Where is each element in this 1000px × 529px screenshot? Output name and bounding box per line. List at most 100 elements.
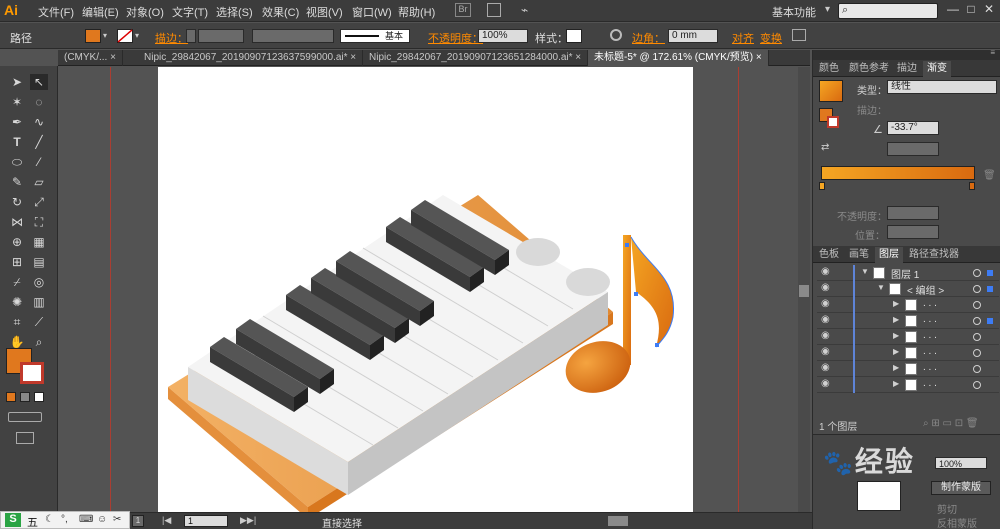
curvature-tool-icon[interactable]: ∿ bbox=[30, 114, 48, 130]
close-tab-icon[interactable]: × bbox=[753, 52, 762, 63]
ime-punct-icon[interactable]: °, bbox=[61, 514, 68, 525]
fill-dropdown-icon[interactable]: ▾ bbox=[103, 31, 107, 40]
tab-color-guide[interactable]: 颜色参考 bbox=[845, 61, 893, 77]
layer-row[interactable]: ◉ ▼ 图层 1 bbox=[817, 265, 999, 281]
artboard-number-field[interactable]: 1 bbox=[184, 515, 228, 527]
type-tool-icon[interactable]: T bbox=[8, 134, 26, 150]
perspective-grid-tool-icon[interactable]: ▦ bbox=[30, 234, 48, 250]
visibility-eye-icon[interactable]: ◉ bbox=[821, 298, 830, 309]
tab-gradient[interactable]: 渐变 bbox=[923, 61, 951, 77]
ellipse-tool-icon[interactable]: ⬭ bbox=[8, 154, 26, 170]
arrange-documents-icon[interactable] bbox=[487, 3, 501, 17]
collapsed-triangle-icon[interactable]: ▶ bbox=[893, 363, 899, 372]
layer-row[interactable]: ◉ ▶ . . . bbox=[817, 345, 999, 361]
delete-stop-icon[interactable]: 🗑 bbox=[983, 170, 996, 181]
maximize-button[interactable]: □ bbox=[962, 2, 980, 18]
bridge-icon[interactable]: Br bbox=[455, 3, 471, 17]
isolate-icon[interactable] bbox=[792, 29, 806, 41]
tab-stroke[interactable]: 描边 bbox=[893, 61, 921, 77]
tab-brushes[interactable]: 画笔 bbox=[845, 247, 873, 263]
layer-row[interactable]: ◉ ▶ . . . bbox=[817, 377, 999, 393]
menu-item[interactable]: 窗口(W) bbox=[352, 4, 392, 20]
line-tool-icon[interactable]: ╱ bbox=[30, 134, 48, 150]
collapsed-triangle-icon[interactable]: ▶ bbox=[893, 331, 899, 340]
close-tab-icon[interactable]: × bbox=[107, 52, 116, 63]
gradient-tool-icon[interactable]: ▤ bbox=[30, 254, 48, 270]
tab-layers[interactable]: 图层 bbox=[875, 247, 903, 263]
ime-user-icon[interactable]: ☺ bbox=[97, 514, 107, 525]
target-circle-icon[interactable] bbox=[973, 317, 981, 325]
workspace-switcher[interactable]: 基本功能 bbox=[772, 4, 816, 20]
document-tab[interactable]: 未标题-5* @ 172.61% (CMYK/预览) × bbox=[588, 50, 769, 66]
ime-keyboard-icon[interactable]: ⌨ bbox=[79, 514, 93, 525]
target-circle-icon[interactable] bbox=[973, 301, 981, 309]
stroke-color-box[interactable] bbox=[20, 362, 44, 384]
magic-wand-tool-icon[interactable]: ✶ bbox=[8, 94, 26, 110]
close-button[interactable]: ✕ bbox=[980, 2, 998, 18]
pen-tool-icon[interactable]: ✒ bbox=[8, 114, 26, 130]
visibility-eye-icon[interactable]: ◉ bbox=[821, 330, 830, 341]
blend-tool-icon[interactable]: ◎ bbox=[30, 274, 48, 290]
status-zoom-dropdown[interactable]: 1 bbox=[132, 515, 144, 527]
ime-tools-icon[interactable]: ✂ bbox=[113, 514, 121, 525]
gradient-slider[interactable] bbox=[821, 166, 975, 180]
ime-logo-icon[interactable]: S bbox=[5, 513, 21, 527]
gradient-position-field[interactable] bbox=[887, 225, 939, 239]
corner-label[interactable]: 边角： bbox=[632, 30, 665, 46]
layer-row[interactable]: ◉ ▶ . . . bbox=[817, 361, 999, 377]
align-link[interactable]: 对齐 bbox=[732, 30, 754, 46]
variable-width-profile[interactable] bbox=[252, 29, 334, 43]
gpu-icon[interactable]: ⌁ bbox=[521, 3, 528, 17]
vertical-scrollbar[interactable] bbox=[798, 67, 810, 512]
stroke-label[interactable]: 描边： bbox=[155, 30, 188, 46]
vertical-scroll-thumb[interactable] bbox=[799, 285, 809, 297]
opacity-label[interactable]: 不透明度： bbox=[428, 30, 483, 46]
mesh-tool-icon[interactable]: ⊞ bbox=[8, 254, 26, 270]
layer-row[interactable]: ◉ ▶ . . . bbox=[817, 297, 999, 313]
scale-tool-icon[interactable]: ⤢ bbox=[30, 194, 48, 210]
visibility-eye-icon[interactable]: ◉ bbox=[821, 346, 830, 357]
document-tab[interactable]: (CMYK/... × bbox=[58, 50, 123, 66]
target-circle-icon[interactable] bbox=[973, 285, 981, 293]
stroke-weight-field[interactable] bbox=[198, 29, 244, 43]
expanded-triangle-icon[interactable]: ▼ bbox=[877, 283, 885, 292]
opacity-field[interactable]: 100% bbox=[478, 29, 528, 43]
paintbrush-tool-icon[interactable]: ⁄ bbox=[30, 154, 48, 170]
gradient-mode-icon[interactable] bbox=[20, 392, 30, 402]
selection-tool-icon[interactable]: ➤ bbox=[8, 74, 26, 90]
next-artboard-icon[interactable]: ▶▶| bbox=[240, 515, 256, 526]
invert-mask-checkbox[interactable]: 反相蒙版 bbox=[937, 515, 977, 529]
gradient-type-select[interactable]: 线性 bbox=[887, 80, 997, 94]
layer-row[interactable]: ◉ ▶ . . . bbox=[817, 313, 999, 329]
help-search-input[interactable]: ⌕ bbox=[838, 3, 938, 19]
brush-definition[interactable]: 基本 bbox=[340, 29, 410, 43]
zoom-tool-icon[interactable]: ⌕ bbox=[30, 334, 48, 350]
tab-pathfinder[interactable]: 路径查找器 bbox=[905, 247, 963, 263]
close-tab-icon[interactable]: × bbox=[573, 52, 581, 63]
collapsed-triangle-icon[interactable]: ▶ bbox=[893, 315, 899, 324]
fill-swatch[interactable] bbox=[85, 29, 101, 43]
eraser-tool-icon[interactable]: ▱ bbox=[30, 174, 48, 190]
visibility-eye-icon[interactable]: ◉ bbox=[821, 378, 830, 389]
horizontal-scroll-thumb[interactable] bbox=[608, 516, 628, 526]
graphic-style-swatch[interactable] bbox=[566, 29, 582, 43]
target-circle-icon[interactable] bbox=[973, 381, 981, 389]
recolor-icon[interactable] bbox=[610, 29, 622, 41]
menu-item[interactable]: 效果(C) bbox=[262, 4, 299, 20]
layer-row[interactable]: ◉ ▶ . . . bbox=[817, 329, 999, 345]
visibility-eye-icon[interactable]: ◉ bbox=[821, 314, 830, 325]
menu-item[interactable]: 对象(O) bbox=[126, 4, 164, 20]
eyedropper-tool-icon[interactable]: ⌿ bbox=[8, 274, 26, 290]
menu-item[interactable]: 编辑(E) bbox=[82, 4, 119, 20]
collapsed-triangle-icon[interactable]: ▶ bbox=[893, 347, 899, 356]
rotate-tool-icon[interactable]: ↻ bbox=[8, 194, 26, 210]
menu-item[interactable]: 选择(S) bbox=[216, 4, 253, 20]
target-circle-icon[interactable] bbox=[973, 269, 981, 277]
none-mode-icon[interactable] bbox=[34, 392, 44, 402]
minimize-button[interactable]: — bbox=[944, 2, 962, 18]
pencil-tool-icon[interactable]: ✎ bbox=[8, 174, 26, 190]
menu-item[interactable]: 文件(F) bbox=[38, 4, 74, 20]
workspace-dropdown-icon[interactable]: ▾ bbox=[825, 4, 830, 15]
transform-link[interactable]: 变换 bbox=[760, 30, 782, 46]
aspect-ratio-field[interactable] bbox=[887, 142, 939, 156]
